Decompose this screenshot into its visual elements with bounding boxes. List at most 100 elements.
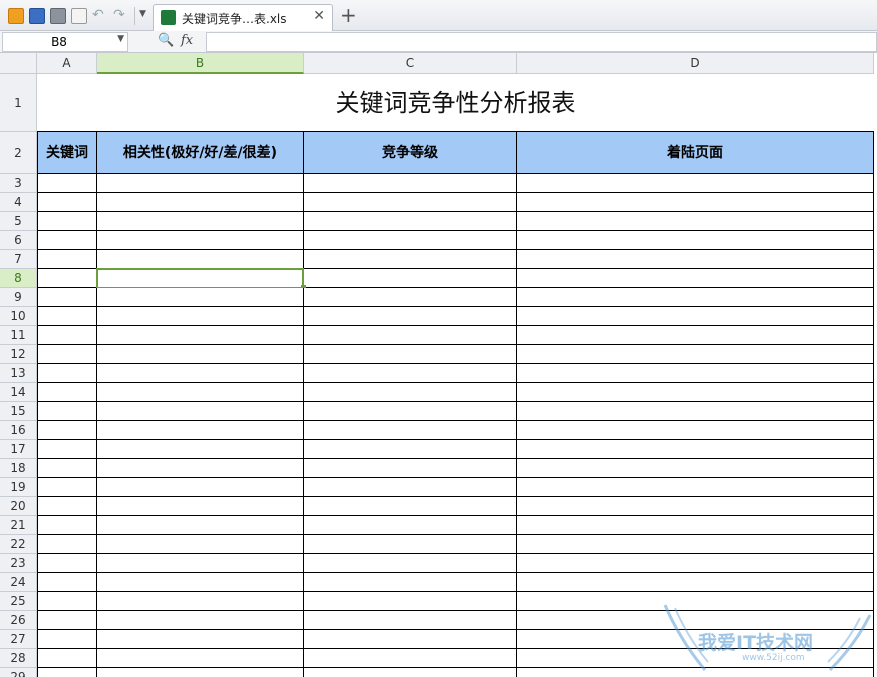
cell-d21[interactable] [517, 516, 874, 535]
cell-d7[interactable] [517, 250, 874, 269]
select-all-corner[interactable] [0, 53, 37, 74]
cell-b11[interactable] [97, 326, 304, 345]
cell-c14[interactable] [304, 383, 517, 402]
row-header-8[interactable]: 8 [0, 269, 37, 288]
cell-a14[interactable] [37, 383, 97, 402]
save-icon[interactable] [29, 8, 45, 24]
cell-d13[interactable] [517, 364, 874, 383]
cell-b22[interactable] [97, 535, 304, 554]
insert-function-icon[interactable]: fx [181, 33, 193, 48]
row-header-9[interactable]: 9 [0, 288, 37, 307]
row-header-17[interactable]: 17 [0, 440, 37, 459]
cell-c24[interactable] [304, 573, 517, 592]
cell-d17[interactable] [517, 440, 874, 459]
cell-c26[interactable] [304, 611, 517, 630]
cell-a20[interactable] [37, 497, 97, 516]
cell-c11[interactable] [304, 326, 517, 345]
cell-b7[interactable] [97, 250, 304, 269]
cell-c21[interactable] [304, 516, 517, 535]
row-header-26[interactable]: 26 [0, 611, 37, 630]
header-cell-a[interactable]: 关键词 [37, 132, 97, 174]
zoom-icon[interactable]: 🔍 [158, 33, 174, 48]
cell-b27[interactable] [97, 630, 304, 649]
cell-b15[interactable] [97, 402, 304, 421]
cell-b3[interactable] [97, 174, 304, 193]
cell-a28[interactable] [37, 649, 97, 668]
close-tab-icon[interactable]: ✕ [313, 8, 325, 24]
cell-d3[interactable] [517, 174, 874, 193]
cell-a22[interactable] [37, 535, 97, 554]
row-header-16[interactable]: 16 [0, 421, 37, 440]
cell-a8[interactable] [37, 269, 97, 288]
cell-c28[interactable] [304, 649, 517, 668]
row-header-29[interactable]: 29 [0, 668, 37, 677]
cell-c29[interactable] [304, 668, 517, 677]
cell-a11[interactable] [37, 326, 97, 345]
cell-d22[interactable] [517, 535, 874, 554]
row-header-13[interactable]: 13 [0, 364, 37, 383]
cell-d11[interactable] [517, 326, 874, 345]
row-header-6[interactable]: 6 [0, 231, 37, 250]
cell-d23[interactable] [517, 554, 874, 573]
print-icon[interactable] [50, 8, 66, 24]
cell-d15[interactable] [517, 402, 874, 421]
cell-a16[interactable] [37, 421, 97, 440]
row-header-24[interactable]: 24 [0, 573, 37, 592]
cell-d4[interactable] [517, 193, 874, 212]
cell-d19[interactable] [517, 478, 874, 497]
cell-b17[interactable] [97, 440, 304, 459]
cell-a29[interactable] [37, 668, 97, 677]
cell-a26[interactable] [37, 611, 97, 630]
row-header-11[interactable]: 11 [0, 326, 37, 345]
cell-b10[interactable] [97, 307, 304, 326]
cell-c15[interactable] [304, 402, 517, 421]
cell-a23[interactable] [37, 554, 97, 573]
cell-c20[interactable] [304, 497, 517, 516]
cell-b18[interactable] [97, 459, 304, 478]
cell-a7[interactable] [37, 250, 97, 269]
header-cell-d[interactable]: 着陆页面 [517, 132, 874, 174]
row-header-19[interactable]: 19 [0, 478, 37, 497]
cell-a9[interactable] [37, 288, 97, 307]
row-header-18[interactable]: 18 [0, 459, 37, 478]
cell-a13[interactable] [37, 364, 97, 383]
cell-c13[interactable] [304, 364, 517, 383]
cell-c4[interactable] [304, 193, 517, 212]
row-header-2[interactable]: 2 [0, 132, 37, 174]
cell-c10[interactable] [304, 307, 517, 326]
chevron-down-icon[interactable]: ▼ [117, 34, 124, 44]
cell-b12[interactable] [97, 345, 304, 364]
undo-icon[interactable]: ↶ [92, 7, 108, 23]
cell-a15[interactable] [37, 402, 97, 421]
new-tab-button[interactable]: + [340, 3, 357, 27]
row-header-5[interactable]: 5 [0, 212, 37, 231]
cell-a17[interactable] [37, 440, 97, 459]
row-header-28[interactable]: 28 [0, 649, 37, 668]
cell-b21[interactable] [97, 516, 304, 535]
cell-c17[interactable] [304, 440, 517, 459]
cell-b29[interactable] [97, 668, 304, 677]
column-header-b[interactable]: B [97, 53, 304, 74]
cell-a12[interactable] [37, 345, 97, 364]
cell-a25[interactable] [37, 592, 97, 611]
cell-b19[interactable] [97, 478, 304, 497]
cell-a3[interactable] [37, 174, 97, 193]
cell-c12[interactable] [304, 345, 517, 364]
cell-b13[interactable] [97, 364, 304, 383]
row-header-27[interactable]: 27 [0, 630, 37, 649]
cell-b24[interactable] [97, 573, 304, 592]
cell-a10[interactable] [37, 307, 97, 326]
cell-a5[interactable] [37, 212, 97, 231]
cell-d10[interactable] [517, 307, 874, 326]
cell-a19[interactable] [37, 478, 97, 497]
row-header-15[interactable]: 15 [0, 402, 37, 421]
row-header-23[interactable]: 23 [0, 554, 37, 573]
cell-c19[interactable] [304, 478, 517, 497]
row-header-3[interactable]: 3 [0, 174, 37, 193]
row-header-21[interactable]: 21 [0, 516, 37, 535]
row-header-10[interactable]: 10 [0, 307, 37, 326]
cell-c18[interactable] [304, 459, 517, 478]
cell-b6[interactable] [97, 231, 304, 250]
cell-b26[interactable] [97, 611, 304, 630]
cell-a6[interactable] [37, 231, 97, 250]
